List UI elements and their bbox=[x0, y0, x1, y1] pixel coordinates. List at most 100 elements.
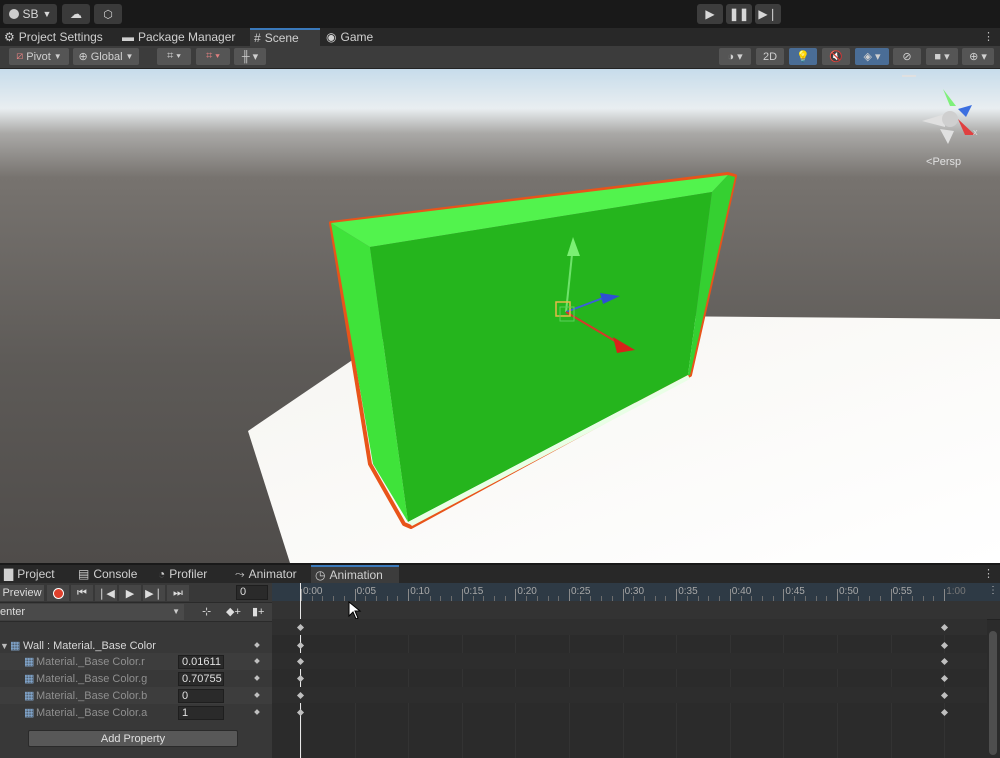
add-property-button[interactable]: Add Property bbox=[28, 730, 238, 747]
global-dropdown[interactable]: ⊕ Global ▼ bbox=[73, 48, 139, 65]
property-value-field[interactable]: 1 bbox=[178, 705, 224, 720]
tab-package-manager[interactable]: ▬ Package Manager bbox=[118, 28, 250, 46]
preview-label: Preview bbox=[2, 587, 42, 599]
snap-increment-button[interactable]: ⌗ ▾ bbox=[196, 48, 230, 65]
camera-dropdown[interactable]: ■ ▾ bbox=[926, 48, 958, 65]
keyframe-lane[interactable] bbox=[272, 687, 987, 703]
ruler-button[interactable]: ╫ ▾ bbox=[234, 48, 266, 65]
prev-frame-button[interactable]: ❘◀ bbox=[95, 585, 117, 601]
vertical-scrollbar[interactable] bbox=[989, 631, 997, 755]
tab-animation[interactable]: ◷ Animation bbox=[311, 565, 399, 583]
keyframe-lane[interactable] bbox=[272, 670, 987, 686]
tab-scene[interactable]: # Scene bbox=[250, 28, 320, 46]
property-value-field[interactable]: 0.70755 bbox=[178, 671, 224, 686]
tab-profiler[interactable]: ◔ Profiler bbox=[154, 565, 228, 583]
property-row-g[interactable]: ▦ Material._Base Color.g 0.70755 bbox=[0, 670, 272, 687]
keyframe-menu-icon[interactable] bbox=[254, 675, 260, 681]
tick-label: 0:15 bbox=[463, 586, 484, 597]
next-frame-button[interactable]: ▶❘ bbox=[143, 585, 165, 601]
filter-by-selection-button[interactable]: ⊹ bbox=[202, 605, 211, 618]
clip-dropdown[interactable]: enter ▼ bbox=[0, 604, 184, 620]
tab-menu-icon[interactable]: ⋮ bbox=[983, 30, 994, 43]
foldout-arrow-icon[interactable]: ▼ bbox=[0, 641, 9, 651]
add-keyframe-button[interactable]: ◆+ bbox=[226, 605, 241, 618]
keyframe-lane[interactable] bbox=[272, 637, 987, 653]
keyframe-lane[interactable] bbox=[272, 653, 987, 669]
play-animation-button[interactable]: ▶ bbox=[119, 585, 141, 601]
effects-dropdown[interactable]: ◈ ▾ bbox=[855, 48, 889, 65]
property-row-b[interactable]: ▦ Material._Base Color.b 0 bbox=[0, 687, 272, 704]
prev-frame-icon: ❘◀ bbox=[97, 587, 115, 600]
add-event-icon: ▮+ bbox=[252, 606, 265, 618]
tab-console[interactable]: ▤ Console bbox=[74, 565, 148, 583]
keyframe-menu-icon[interactable] bbox=[254, 642, 260, 648]
2d-toggle[interactable]: 2D bbox=[756, 48, 784, 65]
scene-viewport[interactable]: x <Persp bbox=[0, 69, 1000, 563]
lighting-toggle[interactable]: 💡 bbox=[789, 48, 817, 65]
audio-toggle[interactable]: 🔇 bbox=[822, 48, 850, 65]
step-button[interactable]: ▶❘ bbox=[755, 4, 781, 24]
tab-animator[interactable]: ⤳ Animator bbox=[231, 565, 313, 583]
panel-menu-icon[interactable]: ⋮ bbox=[983, 567, 994, 580]
pivot-label: Pivot bbox=[26, 50, 51, 63]
grid-snap-icon: ⌗ ▾ bbox=[167, 50, 181, 62]
keyframe-lane[interactable] bbox=[272, 619, 987, 635]
console-icon: ▤ bbox=[78, 567, 90, 581]
tab-project[interactable]: ▇ Project bbox=[0, 565, 72, 583]
preview-toggle[interactable]: Preview bbox=[0, 585, 44, 601]
cloud-button[interactable]: ☁ bbox=[62, 4, 90, 24]
property-group-row[interactable]: ▼ ▦ Wall : Material._Base Color bbox=[0, 637, 272, 654]
global-label: Global bbox=[90, 50, 123, 63]
material-grid-icon: ▦ bbox=[24, 656, 35, 668]
tab-game[interactable]: ◉ Game bbox=[322, 28, 390, 46]
play-button[interactable]: ▶ bbox=[697, 4, 723, 24]
property-value-field[interactable]: 0.01611 bbox=[178, 654, 224, 669]
tick-mark bbox=[354, 589, 356, 601]
last-frame-button[interactable]: ⏭ bbox=[167, 585, 189, 601]
chevron-down-icon: ▼ bbox=[53, 52, 62, 61]
property-row-a[interactable]: ▦ Material._Base Color.a 1 bbox=[0, 704, 272, 721]
perspective-label[interactable]: <Persp bbox=[926, 156, 961, 168]
globe-icon: ⊕ bbox=[78, 51, 88, 63]
crosshair-icon: ⊹ bbox=[202, 606, 212, 618]
tab-project-settings[interactable]: ⚙ Project Settings bbox=[0, 28, 112, 46]
pivot-dropdown[interactable]: ⧄ Pivot ▼ bbox=[9, 48, 69, 65]
skip-start-icon: ⏮ bbox=[77, 586, 87, 599]
keyframe-menu-icon[interactable] bbox=[254, 709, 260, 715]
add-event-button[interactable]: ▮+ bbox=[252, 605, 264, 618]
scene-toolbar: ⧄ Pivot ▼ ⊕ Global ▼ ⌗ ▾ ⌗ ▾ ╫ ▾ ◑ ▾ 2D … bbox=[0, 46, 1000, 69]
property-row-r[interactable]: ▦ Material._Base Color.r 0.01611 bbox=[0, 653, 272, 670]
editor-tab-row: ⚙ Project Settings ▬ Package Manager # S… bbox=[0, 28, 1000, 46]
grid-snap-button[interactable]: ⌗ ▾ bbox=[157, 48, 191, 65]
skip-end-icon: ⏭ bbox=[173, 586, 183, 599]
visibility-toggle[interactable]: ⊘ bbox=[893, 48, 921, 65]
time-ruler[interactable]: 0:00 0:05 0:10 0:15 0:20 0:25 0:30 0:35 0:40 0:45… bbox=[272, 583, 1000, 601]
tab-label: Animation bbox=[329, 568, 383, 582]
tick-mark bbox=[622, 589, 624, 601]
keyframe-lane[interactable] bbox=[272, 704, 987, 720]
first-frame-button[interactable]: ⏮ bbox=[71, 585, 93, 601]
keyframe-menu-icon[interactable] bbox=[254, 692, 260, 698]
account-label: SB bbox=[22, 7, 39, 21]
dopesheet-timeline[interactable]: 0:00 0:05 0:10 0:15 0:20 0:25 0:30 0:35 0:40 0:45… bbox=[272, 583, 1000, 758]
account-button[interactable]: SB ▼ bbox=[3, 4, 57, 24]
draw-mode-button[interactable]: ◑ ▾ bbox=[719, 48, 751, 65]
tick-mark bbox=[837, 589, 838, 601]
add-property-label: Add Property bbox=[100, 732, 166, 745]
tick-label: 0:10 bbox=[410, 586, 430, 597]
property-value-field[interactable]: 0 bbox=[178, 688, 224, 703]
gizmos-dropdown[interactable]: ⊕ ▾ bbox=[962, 48, 994, 65]
frame-field[interactable]: 0 bbox=[236, 585, 268, 600]
bottom-tab-row: ▇ Project ▤ Console ◔ Profiler ⤳ Animato… bbox=[0, 565, 1000, 583]
collab-button[interactable]: ⬡ bbox=[94, 4, 122, 24]
persp-text: Persp bbox=[932, 156, 962, 168]
gear-icon: ⚙ bbox=[4, 30, 15, 44]
frame-value: 0 bbox=[240, 586, 247, 598]
record-button[interactable] bbox=[47, 585, 69, 601]
event-lane[interactable] bbox=[272, 601, 1000, 620]
timeline-menu-icon[interactable]: ⋮ bbox=[988, 585, 998, 596]
chevron-down-icon: ▼ bbox=[42, 9, 52, 19]
pause-button[interactable]: ❚❚ bbox=[726, 4, 752, 24]
keyframe-menu-icon[interactable] bbox=[254, 658, 260, 664]
account-icon bbox=[8, 9, 19, 19]
